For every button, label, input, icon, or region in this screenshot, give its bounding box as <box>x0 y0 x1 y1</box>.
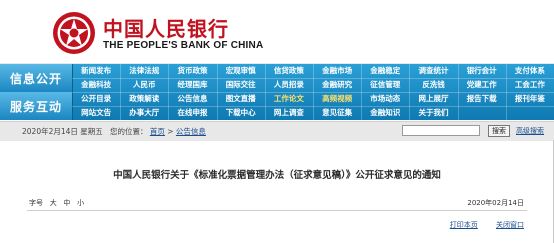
breadcrumb: 2020年2月14日 星期五 您的位置： 首页 > 公告信息 <box>22 126 206 137</box>
nav-link[interactable]: 支付体系 <box>506 64 554 77</box>
nav-link[interactable]: 人民币 <box>120 78 168 91</box>
nav-divider <box>72 106 554 107</box>
nav-link[interactable]: 公开目录 <box>72 92 120 105</box>
divider <box>27 210 527 211</box>
nav-link[interactable]: 报告下载 <box>458 92 506 105</box>
font-size-large-link[interactable]: 大 <box>50 199 57 207</box>
article-footer-links: 打印本页 关闭窗口 <box>434 220 524 230</box>
font-size-small-link[interactable]: 小 <box>77 199 84 207</box>
article-date: 2020年02月14日 <box>467 199 524 207</box>
nav-link[interactable]: 网上展厅 <box>409 92 457 105</box>
nav-link[interactable]: 党建工作 <box>458 78 506 91</box>
nav-divider <box>72 92 554 93</box>
font-size-label: 字号 <box>29 199 43 207</box>
nav-link[interactable]: 金融知识 <box>361 106 409 119</box>
nav-link[interactable]: 下载中心 <box>217 106 265 119</box>
search-button[interactable]: 搜索 <box>488 125 510 137</box>
bank-name-cn: 中国人民银行 <box>103 17 229 41</box>
bank-name-en: THE PEOPLE'S BANK OF CHINA <box>103 40 264 51</box>
nav-link[interactable]: 经理国库 <box>168 78 216 91</box>
nav-section-service-label: 服务互动 <box>9 100 62 114</box>
nav-divider <box>72 78 554 79</box>
pboc-logo-icon <box>53 12 95 54</box>
nav-link[interactable]: 征信管理 <box>361 78 409 91</box>
nav-section-service[interactable]: 服务互动 <box>0 92 73 120</box>
advanced-search-link[interactable]: 高级搜索 <box>516 126 544 136</box>
current-date: 2020年2月14日 星期五 <box>22 127 103 136</box>
nav-link[interactable]: 金融市场 <box>313 64 361 77</box>
font-size-controls: 字号 大 中 小 <box>29 198 84 208</box>
nav-link[interactable]: 银行会计 <box>458 64 506 77</box>
nav-link[interactable]: 政策解读 <box>120 92 168 105</box>
nav-link[interactable]: 金融研究 <box>313 78 361 91</box>
search-input[interactable] <box>402 125 480 136</box>
nav-link[interactable]: 工会工作 <box>506 78 554 91</box>
nav-link[interactable]: 反洗钱 <box>409 78 457 91</box>
nav-link[interactable]: 市场动态 <box>361 92 409 105</box>
nav-link[interactable]: 工作论文 <box>265 92 313 105</box>
nav-link[interactable]: 关于我们 <box>409 106 457 119</box>
article-title: 中国人民银行关于《标准化票据管理办法（征求意见稿）》公开征求意见的通知 <box>113 170 441 181</box>
nav-link[interactable]: 在线申报 <box>168 106 216 119</box>
nav-link[interactable]: 意见征集 <box>313 106 361 119</box>
nav-link[interactable]: 公告信息 <box>168 92 216 105</box>
nav-link[interactable]: 网站文告 <box>72 106 120 119</box>
breadcrumb-separator: > <box>167 127 176 136</box>
nav-link[interactable]: 国际交往 <box>217 78 265 91</box>
breadcrumb-current-link[interactable]: 公告信息 <box>176 127 206 136</box>
nav-link[interactable]: 货币政策 <box>168 64 216 77</box>
main-navigation: 信息公开 服务互动 新闻发布 法律法规 货币政策 宏观审慎 信贷政策 金融市场 金融稳定 调查… <box>0 64 554 120</box>
nav-link[interactable]: 图文直播 <box>217 92 265 105</box>
nav-section-info-label: 信息公开 <box>9 72 62 86</box>
page: 中国人民银行 THE PEOPLE'S BANK OF CHINA 信息公开 服… <box>0 0 554 243</box>
font-size-medium-link[interactable]: 中 <box>63 199 70 207</box>
nav-link[interactable]: 调查统计 <box>409 64 457 77</box>
breadcrumb-bar: 2020年2月14日 星期五 您的位置： 首页 > 公告信息 搜索 高级搜索 <box>0 121 554 142</box>
nav-link-grid: 新闻发布 法律法规 货币政策 宏观审慎 信贷政策 金融市场 金融稳定 调查统计 银行会计 支付体系… <box>72 64 554 120</box>
nav-link[interactable]: 报刊年鉴 <box>506 92 554 105</box>
nav-link[interactable]: 办事大厅 <box>120 106 168 119</box>
article-content: 中国人民银行关于《标准化票据管理办法（征求意见稿）》公开征求意见的通知 字号 大… <box>0 141 554 243</box>
site-header: 中国人民银行 THE PEOPLE'S BANK OF CHINA <box>0 0 554 64</box>
nav-section-info[interactable]: 信息公开 <box>0 64 73 92</box>
nav-link[interactable]: 宏观审慎 <box>217 64 265 77</box>
breadcrumb-home-link[interactable]: 首页 <box>150 127 165 136</box>
close-window-link[interactable]: 关闭窗口 <box>496 221 524 229</box>
nav-link[interactable]: 人员招录 <box>265 78 313 91</box>
print-page-link[interactable]: 打印本页 <box>450 221 478 229</box>
nav-link[interactable]: 信贷政策 <box>265 64 313 77</box>
nav-link[interactable]: 高频视频 <box>313 92 361 105</box>
nav-link[interactable]: 新闻发布 <box>72 64 120 77</box>
nav-link[interactable]: 金融稳定 <box>361 64 409 77</box>
nav-link[interactable]: 网上调查 <box>265 106 313 119</box>
nav-link[interactable]: 法律法规 <box>120 64 168 77</box>
nav-link[interactable]: 金融科技 <box>72 78 120 91</box>
location-label: 您的位置： <box>109 127 148 136</box>
